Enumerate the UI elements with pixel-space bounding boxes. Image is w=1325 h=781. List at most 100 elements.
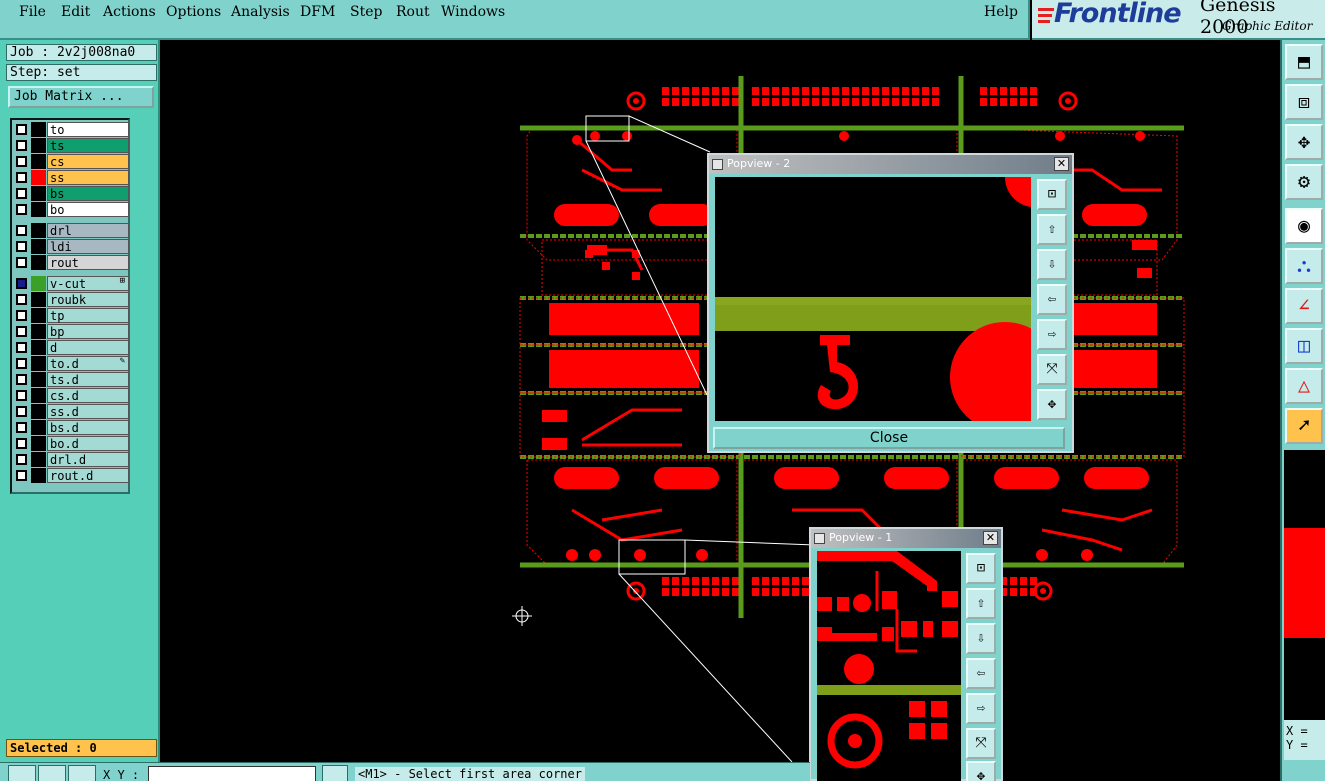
layer-color-swatch[interactable] xyxy=(31,154,46,169)
measure-icon[interactable]: ⚙ xyxy=(1285,164,1323,200)
popview-2-titlebar[interactable]: Popview - 2 ✕ xyxy=(709,155,1072,174)
snap-icon[interactable]: ◉ xyxy=(1285,208,1323,244)
menu-actions[interactable]: Actions xyxy=(103,4,156,20)
pan-left-icon[interactable]: ⇦ xyxy=(966,658,996,689)
pan-left-icon[interactable]: ⇦ xyxy=(1037,284,1067,315)
layer-row-rout.d[interactable]: rout.d xyxy=(14,468,129,483)
layer-row-cs.d[interactable]: cs.d xyxy=(14,388,129,403)
layer-checkbox[interactable] xyxy=(16,124,27,135)
layer-name[interactable]: cs.d xyxy=(47,388,129,403)
layer-checkbox[interactable] xyxy=(16,390,27,401)
xy-input[interactable] xyxy=(148,766,316,781)
layer-checkbox[interactable] xyxy=(16,278,27,289)
layer-color-swatch[interactable] xyxy=(31,388,46,403)
popview-2-canvas[interactable] xyxy=(715,177,1031,421)
layer-checkbox[interactable] xyxy=(16,358,27,369)
layer-row-to[interactable]: to xyxy=(14,122,129,137)
drc-icon[interactable]: △ xyxy=(1285,368,1323,404)
layer-row-cs[interactable]: cs xyxy=(14,154,129,169)
menu-edit[interactable]: Edit xyxy=(61,4,90,20)
layer-checkbox[interactable] xyxy=(16,326,27,337)
layer-color-swatch[interactable] xyxy=(31,372,46,387)
dfm-icon[interactable]: ◫ xyxy=(1285,328,1323,364)
layer-color-swatch[interactable] xyxy=(31,186,46,201)
zoom-home-icon[interactable]: ⬒ xyxy=(1285,44,1323,80)
layer-checkbox[interactable] xyxy=(16,241,27,252)
layer-row-ldi[interactable]: ldi xyxy=(14,239,129,254)
layer-name[interactable]: ldi xyxy=(47,239,129,254)
layer-checkbox[interactable] xyxy=(16,188,27,199)
zoom-out-icon[interactable]: ✥ xyxy=(966,761,996,781)
zoom-window-icon[interactable]: ⧈ xyxy=(1285,84,1323,120)
layer-color-swatch[interactable] xyxy=(31,452,46,467)
net-icon[interactable]: ⛬ xyxy=(1285,248,1323,284)
job-matrix-button[interactable]: Job Matrix ... xyxy=(8,86,154,108)
layer-name[interactable]: v-cut xyxy=(47,276,129,291)
layer-checkbox[interactable] xyxy=(16,156,27,167)
line-tool-icon[interactable] xyxy=(38,765,66,781)
zoom-fit-icon[interactable]: ⤧ xyxy=(966,728,996,759)
layer-row-drl[interactable]: drl xyxy=(14,223,129,238)
layer-color-swatch[interactable] xyxy=(31,292,46,307)
layer-checkbox[interactable] xyxy=(16,470,27,481)
layer-color-swatch[interactable] xyxy=(31,404,46,419)
layer-row-bs.d[interactable]: bs.d xyxy=(14,420,129,435)
menu-rout[interactable]: Rout xyxy=(396,4,430,20)
layer-checkbox[interactable] xyxy=(16,140,27,151)
menu-help[interactable]: Help xyxy=(984,4,1018,20)
layer-name[interactable]: drl.d xyxy=(47,452,129,467)
layer-name[interactable]: tp xyxy=(47,308,129,323)
popview-1-titlebar[interactable]: Popview - 1 ✕ xyxy=(811,529,1001,548)
layer-name[interactable]: ts.d xyxy=(47,372,129,387)
layer-name[interactable]: drl xyxy=(47,223,129,238)
layer-row-bo[interactable]: bo xyxy=(14,202,129,217)
layer-checkbox[interactable] xyxy=(16,422,27,433)
layer-color-swatch[interactable] xyxy=(31,255,46,270)
layer-color-swatch[interactable] xyxy=(31,436,46,451)
pan-down-icon[interactable]: ⇩ xyxy=(1037,249,1067,280)
layer-name[interactable]: bs.d xyxy=(47,420,129,435)
layer-color-swatch[interactable] xyxy=(31,308,46,323)
layer-name[interactable]: ss.d xyxy=(47,404,129,419)
layer-color-swatch[interactable] xyxy=(31,468,46,483)
layer-color-swatch[interactable] xyxy=(31,138,46,153)
popview-1-canvas[interactable] xyxy=(817,551,961,781)
layer-row-bp[interactable]: bp xyxy=(14,324,129,339)
layer-checkbox[interactable] xyxy=(16,374,27,385)
layer-row-ts.d[interactable]: ts.d xyxy=(14,372,129,387)
layer-name[interactable]: to.d xyxy=(47,356,129,371)
zoom-in-icon[interactable]: ⊡ xyxy=(966,553,996,584)
menu-dfm[interactable]: DFM xyxy=(300,4,335,20)
layer-row-d[interactable]: d xyxy=(14,340,129,355)
layer-name[interactable]: cs xyxy=(47,154,129,169)
pan-right-icon[interactable]: ⇨ xyxy=(966,693,996,724)
layer-row-ts[interactable]: ts xyxy=(14,138,129,153)
layer-row-rout[interactable]: rout xyxy=(14,255,129,270)
layer-name[interactable]: rout.d xyxy=(47,468,129,483)
layer-checkbox[interactable] xyxy=(16,204,27,215)
close-button[interactable]: Close xyxy=(713,427,1065,449)
menu-options[interactable]: Options xyxy=(166,4,221,20)
zoom-fit-icon[interactable]: ⤧ xyxy=(1037,354,1067,385)
layer-color-swatch[interactable] xyxy=(31,170,46,185)
layer-row-roubk[interactable]: roubk xyxy=(14,292,129,307)
layer-row-tp[interactable]: tp xyxy=(14,308,129,323)
layer-row-bs[interactable]: bs xyxy=(14,186,129,201)
layer-checkbox[interactable] xyxy=(16,342,27,353)
layer-row-v-cut[interactable]: v-cut ⊞ xyxy=(14,276,129,291)
layer-checkbox[interactable] xyxy=(16,257,27,268)
zoom-fit-icon[interactable]: ✥ xyxy=(1285,124,1323,160)
route-icon[interactable]: ∠ xyxy=(1285,288,1323,324)
layer-row-bo.d[interactable]: bo.d xyxy=(14,436,129,451)
layer-row-ss[interactable]: ss xyxy=(14,170,129,185)
layer-name[interactable]: roubk xyxy=(47,292,129,307)
layer-color-swatch[interactable] xyxy=(31,276,46,291)
layer-checkbox[interactable] xyxy=(16,438,27,449)
pan-up-icon[interactable]: ⇧ xyxy=(966,588,996,619)
menu-step[interactable]: Step xyxy=(350,4,382,20)
menu-windows[interactable]: Windows xyxy=(441,4,505,20)
layer-color-swatch[interactable] xyxy=(31,239,46,254)
layer-name[interactable]: to xyxy=(47,122,129,137)
layer-name[interactable]: rout xyxy=(47,255,129,270)
zoom-out-icon[interactable]: ✥ xyxy=(1037,389,1067,420)
